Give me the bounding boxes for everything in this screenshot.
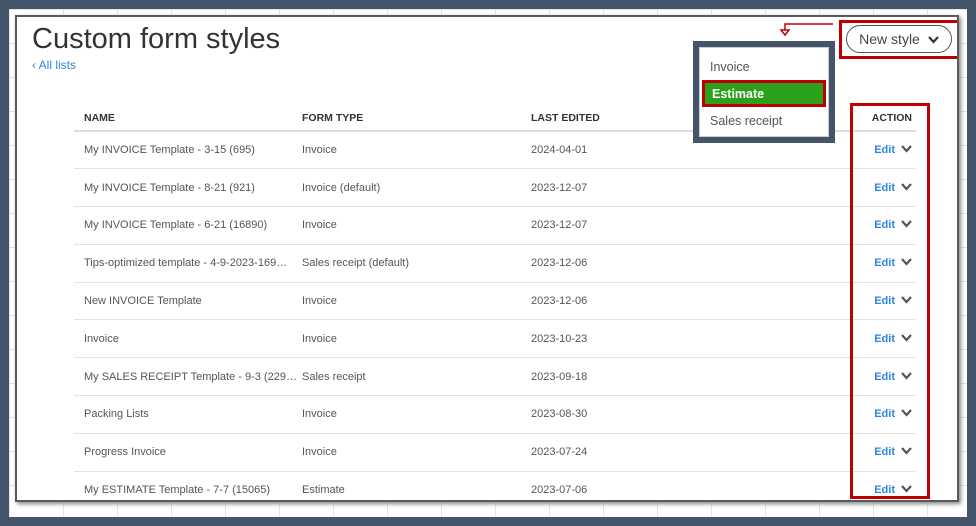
row-form-type: Invoice xyxy=(302,319,531,359)
row-last-edited: 2023-12-07 xyxy=(531,206,831,245)
row-last-edited: 2023-08-30 xyxy=(531,395,831,434)
row-form-type: Estimate xyxy=(302,471,531,500)
row-form-type: Sales receipt xyxy=(302,357,531,397)
chevron-left-icon: ‹ xyxy=(32,58,39,72)
table-row: Packing Lists Invoice 2023-08-30 Edit xyxy=(74,395,916,434)
row-name: My INVOICE Template - 3-15 (695) xyxy=(74,131,302,170)
row-last-edited: 2023-07-06 xyxy=(531,471,831,500)
row-form-type: Invoice (default) xyxy=(302,168,531,208)
row-name: Progress Invoice xyxy=(74,433,302,472)
row-name: My INVOICE Template - 6-21 (16890) xyxy=(74,206,302,245)
new-style-dropdown-menu: Invoice Estimate Sales receipt xyxy=(693,41,835,143)
row-name: My INVOICE Template - 8-21 (921) xyxy=(74,168,302,208)
row-form-type: Invoice xyxy=(302,433,531,472)
highlight-box-new-style xyxy=(839,20,957,59)
form-styles-table: NAME FORM TYPE LAST EDITED ACTION My INV… xyxy=(74,105,916,500)
row-form-type: Invoice xyxy=(302,131,531,170)
row-last-edited: 2023-12-06 xyxy=(531,282,831,321)
menu-item-invoice[interactable]: Invoice xyxy=(700,53,828,80)
table-row: Tips-optimized template - 4-9-2023-169… … xyxy=(74,244,916,283)
all-lists-link[interactable]: ‹ All lists xyxy=(32,58,76,72)
row-last-edited: 2023-09-18 xyxy=(531,357,831,397)
callout-arrow xyxy=(767,23,835,37)
header-name[interactable]: NAME xyxy=(74,105,302,132)
table-row: My INVOICE Template - 6-21 (16890) Invoi… xyxy=(74,206,916,245)
table-row: Progress Invoice Invoice 2023-07-24 Edit xyxy=(74,433,916,472)
row-form-type: Sales receipt (default) xyxy=(302,244,531,283)
row-name: My SALES RECEIPT Template - 9-3 (229… xyxy=(74,357,302,397)
row-form-type: Invoice xyxy=(302,282,531,321)
table-row: Invoice Invoice 2023-10-23 Edit xyxy=(74,319,916,359)
table-row: My INVOICE Template - 8-21 (921) Invoice… xyxy=(74,168,916,208)
row-last-edited: 2023-07-24 xyxy=(531,433,831,472)
menu-item-sales-receipt[interactable]: Sales receipt xyxy=(700,107,828,134)
custom-form-styles-panel: Custom form styles ‹ All lists NAME FORM… xyxy=(15,15,959,502)
row-form-type: Invoice xyxy=(302,206,531,245)
table-row: My ESTIMATE Template - 7-7 (15065) Estim… xyxy=(74,471,916,500)
row-last-edited: 2023-12-06 xyxy=(531,244,831,283)
menu-item-estimate[interactable]: Estimate xyxy=(702,80,826,107)
row-name: My ESTIMATE Template - 7-7 (15065) xyxy=(74,471,302,500)
row-last-edited: 2023-10-23 xyxy=(531,319,831,359)
table-row: My SALES RECEIPT Template - 9-3 (229… Sa… xyxy=(74,357,916,397)
row-last-edited: 2023-12-07 xyxy=(531,168,831,208)
row-name: Tips-optimized template - 4-9-2023-169… xyxy=(74,244,302,283)
table-row: New INVOICE Template Invoice 2023-12-06 … xyxy=(74,282,916,321)
row-name: Invoice xyxy=(74,319,302,359)
row-form-type: Invoice xyxy=(302,395,531,434)
page-title: Custom form styles xyxy=(32,23,281,55)
header-form-type[interactable]: FORM TYPE xyxy=(302,105,531,132)
row-name: New INVOICE Template xyxy=(74,282,302,321)
row-name: Packing Lists xyxy=(74,395,302,434)
highlight-box-action-column xyxy=(850,103,930,499)
